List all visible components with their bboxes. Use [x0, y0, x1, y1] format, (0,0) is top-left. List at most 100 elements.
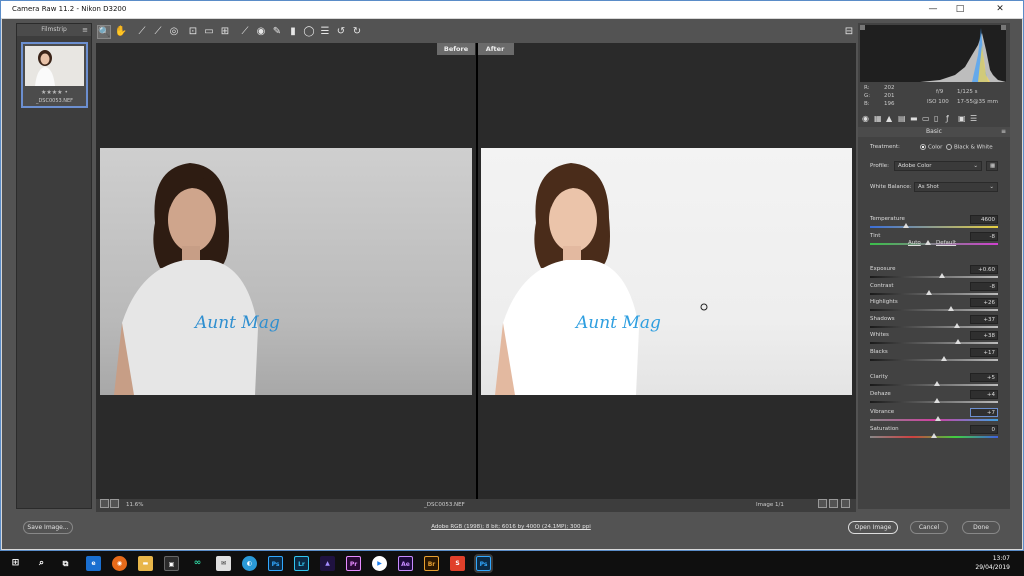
- slider-thumb[interactable]: [954, 323, 961, 328]
- slider-track[interactable]: [870, 433, 998, 438]
- maximize-button[interactable]: □: [947, 1, 973, 18]
- premiere-icon[interactable]: Pr: [346, 556, 361, 571]
- slider-track[interactable]: [870, 339, 998, 344]
- effects-icon[interactable]: ▯: [934, 114, 938, 123]
- profile-browser-icon[interactable]: ▦: [986, 161, 998, 171]
- cancel-button[interactable]: Cancel: [910, 521, 948, 534]
- photoshop-icon[interactable]: Ps: [268, 556, 283, 571]
- open-image-button[interactable]: Open Image: [848, 521, 898, 534]
- zoom-level[interactable]: 11.6%: [126, 499, 143, 512]
- hand-icon[interactable]: ✋: [114, 25, 128, 39]
- filmstrip-thumbnail[interactable]: ★★★★ • _DSC0053.NEF: [21, 42, 88, 108]
- zoom-in-button[interactable]: [110, 499, 119, 508]
- preview-preferences-icon[interactable]: [841, 499, 850, 508]
- app-red-icon[interactable]: S: [450, 556, 465, 571]
- detail-icon[interactable]: ▲: [886, 114, 892, 123]
- slider-value-field[interactable]: 4600: [970, 215, 998, 224]
- slider-value-field[interactable]: +38: [970, 331, 998, 340]
- slider-value-field[interactable]: +26: [970, 298, 998, 307]
- image-preview[interactable]: Before After Aunt Mag Aunt Mag: [96, 43, 856, 499]
- bridge-icon[interactable]: Br: [424, 556, 439, 571]
- transform-icon[interactable]: ⊞: [218, 25, 232, 39]
- white-balance-dropdown[interactable]: As Shot ⌄: [914, 182, 998, 192]
- rotate-right-icon[interactable]: ↻: [350, 25, 364, 39]
- slider-track[interactable]: [870, 356, 998, 361]
- tone-curve-icon[interactable]: ▦: [874, 114, 882, 123]
- calibration-icon[interactable]: ƒ: [946, 114, 949, 123]
- slider-thumb[interactable]: [902, 223, 909, 228]
- slider-track[interactable]: [870, 306, 998, 311]
- swap-settings-icon[interactable]: [829, 499, 838, 508]
- arduino-icon[interactable]: ∞: [190, 556, 205, 571]
- slider-thumb[interactable]: [934, 416, 941, 421]
- profile-dropdown[interactable]: Adobe Color ⌄: [894, 161, 982, 171]
- slider-value-field[interactable]: +5: [970, 373, 998, 382]
- crop-icon[interactable]: ⊡: [186, 25, 200, 39]
- media-encoder-icon[interactable]: ▲: [320, 556, 335, 571]
- slider-track[interactable]: [870, 240, 998, 245]
- basic-tab-icon[interactable]: ◉: [862, 114, 869, 123]
- photoshop-active-icon[interactable]: Ps: [474, 554, 493, 573]
- store-icon[interactable]: ▣: [164, 556, 179, 571]
- slider-thumb[interactable]: [955, 339, 962, 344]
- slider-track[interactable]: [870, 223, 998, 228]
- rotate-left-icon[interactable]: ↺: [334, 25, 348, 39]
- slider-thumb[interactable]: [924, 240, 931, 245]
- auto-link[interactable]: Auto: [908, 240, 921, 246]
- graduated-filter-icon[interactable]: ▮: [286, 25, 300, 39]
- slider-track[interactable]: [870, 273, 998, 278]
- treatment-color-radio[interactable]: Color: [920, 144, 942, 151]
- search-icon[interactable]: ⌕: [34, 556, 49, 571]
- slider-value-field[interactable]: -8: [970, 232, 998, 241]
- rating-stars[interactable]: ★★★★ •: [23, 89, 86, 96]
- start-icon[interactable]: ⊞: [8, 556, 23, 571]
- default-link[interactable]: Default: [936, 240, 956, 246]
- slider-thumb[interactable]: [938, 273, 945, 278]
- red-eye-icon[interactable]: ◉: [254, 25, 268, 39]
- slider-value-field[interactable]: +7: [970, 408, 998, 417]
- system-clock[interactable]: 13:07 29/04/2019: [975, 554, 1010, 572]
- slider-value-field[interactable]: -8: [970, 282, 998, 291]
- after-effects-icon[interactable]: Ae: [398, 556, 413, 571]
- done-button[interactable]: Done: [962, 521, 1000, 534]
- task-view-icon[interactable]: ⧉: [58, 556, 73, 571]
- player-icon[interactable]: ▶: [372, 556, 387, 571]
- snapshots-icon[interactable]: ☰: [970, 114, 977, 123]
- slider-thumb[interactable]: [933, 381, 940, 386]
- slider-track[interactable]: [870, 381, 998, 386]
- slider-value-field[interactable]: +4: [970, 390, 998, 399]
- panel-menu-icon[interactable]: ≡: [1001, 127, 1006, 137]
- app-sphere-icon[interactable]: ◐: [242, 556, 257, 571]
- radial-filter-icon[interactable]: ◯: [302, 25, 316, 39]
- filmstrip-menu-icon[interactable]: ≡: [82, 24, 88, 36]
- file-explorer-icon[interactable]: ▬: [138, 556, 153, 571]
- lightroom-icon[interactable]: Lr: [294, 556, 309, 571]
- zoom-icon[interactable]: 🔍: [97, 25, 111, 39]
- preferences-icon[interactable]: ☰: [318, 25, 332, 39]
- slider-value-field[interactable]: +0.60: [970, 265, 998, 274]
- split-toning-icon[interactable]: ▬: [910, 114, 918, 123]
- target-adjust-icon[interactable]: ◎: [167, 25, 181, 39]
- white-balance-icon[interactable]: ⟋: [135, 25, 149, 39]
- slider-thumb[interactable]: [947, 306, 954, 311]
- lens-icon[interactable]: ▭: [922, 114, 930, 123]
- slider-value-field[interactable]: 0: [970, 425, 998, 434]
- adjustment-brush-icon[interactable]: ✎: [270, 25, 284, 39]
- slider-value-field[interactable]: +17: [970, 348, 998, 357]
- slider-track[interactable]: [870, 398, 998, 403]
- hsl-icon[interactable]: ▤: [898, 114, 906, 123]
- color-sampler-icon[interactable]: ⟋: [151, 25, 165, 39]
- minimize-button[interactable]: —: [920, 1, 946, 18]
- edge-icon[interactable]: e: [86, 556, 101, 571]
- spot-removal-icon[interactable]: ⟋: [238, 25, 252, 39]
- slider-thumb[interactable]: [941, 356, 948, 361]
- straighten-icon[interactable]: ▭: [202, 25, 216, 39]
- slider-track[interactable]: [870, 290, 998, 295]
- fullscreen-icon[interactable]: ⊟: [842, 25, 856, 39]
- zoom-out-button[interactable]: [100, 499, 109, 508]
- close-button[interactable]: ✕: [987, 1, 1013, 18]
- slider-thumb[interactable]: [925, 290, 932, 295]
- mail-icon[interactable]: ✉: [216, 556, 231, 571]
- view-toggle-icon[interactable]: [818, 499, 827, 508]
- slider-thumb[interactable]: [931, 433, 937, 438]
